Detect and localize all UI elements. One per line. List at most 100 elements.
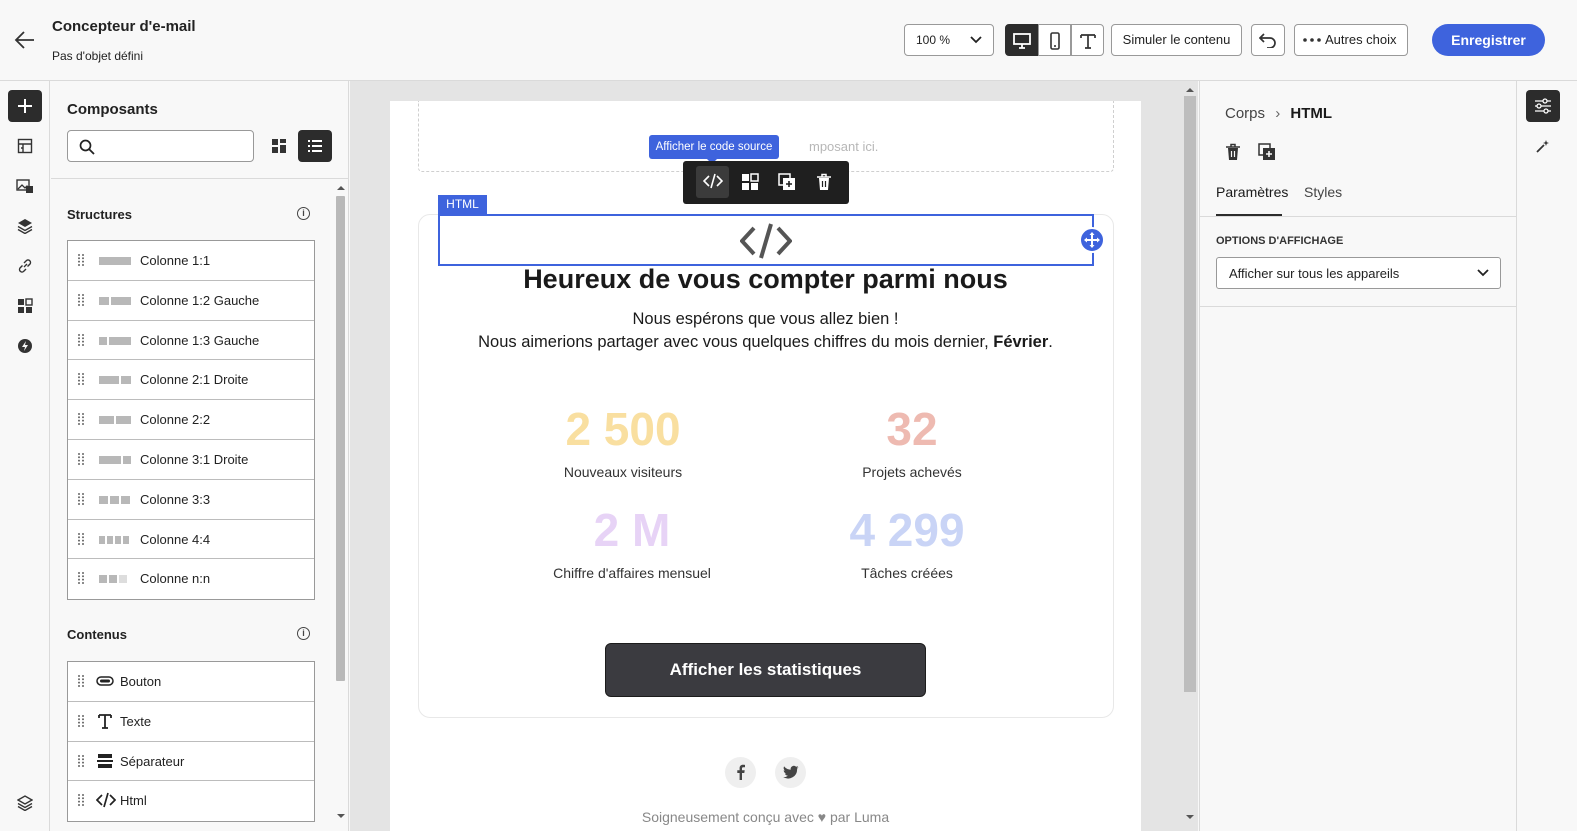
sliders-icon [1535, 98, 1551, 114]
trash-icon[interactable] [1225, 143, 1241, 161]
structure-label: Colonne n:n [140, 571, 211, 587]
more-icon [1303, 38, 1321, 42]
links-rail-button[interactable] [8, 250, 42, 282]
layers-bottom-rail-button[interactable] [8, 787, 42, 819]
fragments-rail-button[interactable] [8, 130, 42, 162]
button-icon [96, 676, 114, 686]
text-icon [98, 713, 112, 729]
stat-value: 32 [886, 403, 938, 455]
save-fragment-button[interactable] [733, 166, 766, 198]
tab-parameters[interactable]: Paramètres [1216, 184, 1288, 200]
content-label: Html [120, 793, 147, 809]
canvas-scrollbar[interactable] [1182, 81, 1198, 831]
code-icon [740, 223, 792, 259]
structure-label: Colonne 2:2 [140, 412, 211, 428]
structure-item[interactable]: Colonne 2:2 [68, 400, 314, 440]
intro-text: Nous aimerions partager avec vous quelqu… [478, 333, 994, 351]
display-options-select[interactable]: Afficher sur tous les appareils [1216, 257, 1501, 289]
twitter-link[interactable] [775, 757, 806, 788]
stat-value: 2 500 [565, 403, 681, 455]
structure-item[interactable]: Colonne 2:1 Droite [68, 360, 314, 401]
structure-item[interactable]: Colonne 1:2 Gauche [68, 281, 314, 321]
content-item-divider[interactable]: Séparateur [68, 742, 314, 782]
breadcrumb-parent[interactable]: Corps [1225, 105, 1265, 122]
dynamic-rail-button[interactable] [8, 330, 42, 362]
content-item-button[interactable]: Bouton [68, 662, 314, 702]
structure-rail-button[interactable] [8, 290, 42, 322]
structure-item[interactable]: Colonne n:n [68, 559, 314, 599]
footer-text-start: Soigneusement conçu avec [641, 809, 814, 825]
zoom-select[interactable]: 100 % [904, 24, 994, 56]
column-n-n-icon [99, 575, 127, 584]
list-view-button[interactable] [298, 130, 332, 162]
structure-item[interactable]: Colonne 1:3 Gauche [68, 321, 314, 361]
chevron-down-icon [970, 36, 982, 44]
column-2-1-icon [99, 376, 131, 385]
scrollbar-thumb[interactable] [1184, 96, 1196, 692]
section-divider [1200, 306, 1517, 307]
back-arrow-icon[interactable] [14, 30, 38, 50]
tabs-divider [1200, 216, 1517, 217]
save-button[interactable]: Enregistrer [1432, 24, 1545, 56]
intro-line-2: Nous aimerions partager avec vous quelqu… [390, 333, 1141, 352]
text-icon [1079, 34, 1096, 49]
contents-list: Bouton Texte Séparateur Html [67, 661, 315, 823]
column-3-1-icon [99, 455, 131, 464]
structure-item[interactable]: Colonne 1:1 [68, 241, 314, 281]
info-icon[interactable]: i [297, 207, 310, 220]
search-input[interactable] [67, 130, 254, 162]
properties-panel: Corps › HTML Paramètres Styles OPTIONS D… [1199, 81, 1517, 831]
structure-label: Colonne 1:3 Gauche [140, 332, 260, 348]
drag-handle-icon [78, 413, 84, 426]
column-1-3-icon [99, 336, 131, 345]
panel-divider [51, 178, 348, 179]
email-body[interactable]: mposant ici. Afficher le code source HTM… [390, 101, 1141, 831]
content-item-text[interactable]: Texte [68, 702, 314, 742]
magic-rail-button[interactable] [1526, 130, 1560, 162]
layers-rail-button[interactable] [8, 210, 42, 242]
duplicate-button[interactable] [770, 166, 803, 198]
text-view-button[interactable] [1071, 24, 1104, 56]
list-view-icon [308, 140, 322, 152]
simulate-content-button[interactable]: Simuler le contenu [1111, 24, 1242, 56]
html-component[interactable] [438, 214, 1094, 266]
structure-label: Colonne 1:2 Gauche [140, 292, 260, 308]
desktop-view-button[interactable] [1005, 24, 1038, 56]
column-3-3-icon [99, 495, 130, 504]
tab-styles[interactable]: Styles [1304, 184, 1342, 200]
content-item-html[interactable]: Html [68, 781, 314, 821]
components-scrollbar[interactable] [334, 181, 348, 831]
info-icon[interactable]: i [297, 627, 310, 640]
settings-rail-button[interactable] [1526, 90, 1560, 122]
view-source-button[interactable] [696, 166, 729, 198]
structure-item[interactable]: Colonne 3:1 Droite [68, 440, 314, 480]
undo-button[interactable] [1251, 24, 1285, 56]
duplicate-icon[interactable] [1258, 143, 1276, 161]
drop-zone-text: mposant ici. [809, 139, 879, 154]
search-icon [79, 139, 95, 155]
facebook-link[interactable] [725, 757, 756, 788]
lightning-icon [18, 339, 32, 353]
assets-rail-button[interactable] [8, 170, 42, 202]
scrollbar-thumb[interactable] [336, 196, 345, 681]
drag-handle-icon [78, 373, 84, 386]
structure-item[interactable]: Colonne 3:3 [68, 480, 314, 520]
add-component-handle[interactable] [1079, 227, 1105, 253]
structure-label: Colonne 2:1 Droite [140, 372, 249, 388]
stack-icon [17, 795, 33, 811]
stat-block: 4 299 Tâches créées [787, 507, 1027, 581]
components-rail-button[interactable] [8, 90, 42, 122]
mobile-view-button[interactable] [1038, 24, 1071, 56]
structure-item[interactable]: Colonne 4:4 [68, 520, 314, 560]
view-stats-button[interactable]: Afficher les statistiques [605, 643, 926, 697]
more-options-button[interactable]: Autres choix [1294, 24, 1408, 56]
facebook-icon [736, 764, 745, 780]
email-canvas: mposant ici. Afficher le code source HTM… [350, 81, 1198, 831]
code-icon [96, 793, 116, 808]
move-icon [1084, 232, 1100, 248]
page-title: Concepteur d'e-mail [52, 18, 196, 35]
delete-button[interactable] [807, 166, 840, 198]
scroll-down-icon [1186, 815, 1194, 819]
grid-view-button[interactable] [262, 130, 296, 162]
drag-handle-icon [78, 754, 84, 767]
